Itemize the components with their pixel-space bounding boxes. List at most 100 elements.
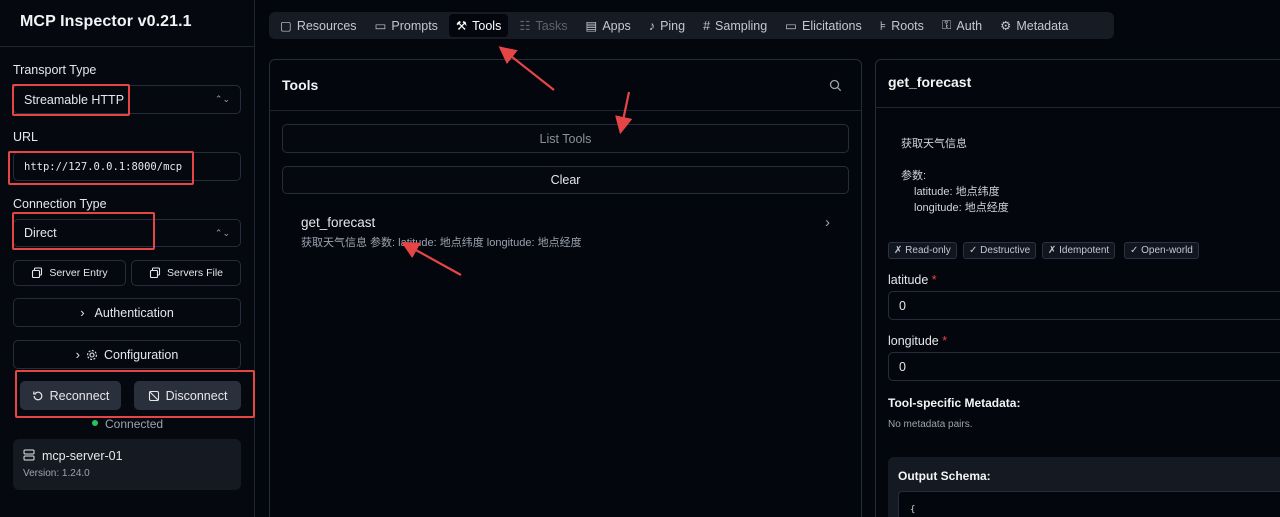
longitude-input[interactable]: 0 [888,352,1280,381]
output-schema-title: Output Schema: [898,469,991,483]
tab-label: Elicitations [801,18,862,33]
server-entry-button[interactable]: Server Entry [13,260,126,286]
tools-panel-title: Tools [282,77,319,93]
bell-icon: ♪ [648,18,656,33]
select-chevron-icon: ⌃⌄ [214,227,230,238]
tab-elicitations[interactable]: ▭ Elicitations [778,14,869,37]
chevron-right-icon: › [75,347,80,362]
tools-panel-divider [270,110,861,111]
tool-name: get_forecast [301,215,376,230]
badge-open-world: ✓ Open-world [1124,242,1199,259]
copy-icon [149,267,161,279]
app-title: MCP Inspector v0.21.1 [20,13,192,30]
copy-icon [32,267,43,279]
disconnect-button[interactable]: Disconnect [134,381,241,410]
server-icon [23,449,35,461]
tool-detail-desc-line4: longitude: 地点经度 [914,202,1009,214]
latitude-label: latitude * [888,273,937,287]
latitude-input[interactable]: 0 [888,291,1280,320]
status-dot [92,420,98,426]
tab-roots[interactable]: ⊧ Roots [873,14,931,37]
url-label: URL [13,130,39,144]
tool-detail-desc-line3: latitude: 地点纬度 [914,186,1000,198]
server-entry-label: Server Entry [49,267,108,279]
reconnect-button[interactable]: Reconnect [20,381,121,410]
message-icon: ▭ [374,19,387,33]
tab-resources[interactable]: ▢ Resources [273,14,364,37]
tab-label: Tasks [535,18,568,33]
tool-detail-desc-line1: 获取天气信息 [901,138,967,150]
tab-label: Resources [296,18,357,33]
metadata-title: Tool-specific Metadata: [888,396,1021,410]
badge-read-only: ✗ Read-only [888,242,957,259]
longitude-label-text: longitude [888,334,939,348]
tab-label: Tools [472,18,502,33]
connection-type-select[interactable]: Direct ⌃⌄ [13,219,241,247]
servers-file-label: Servers File [166,267,223,279]
tab-label: Apps [602,18,631,33]
authentication-button[interactable]: › Authentication [13,298,241,327]
transport-type-value: Streamable HTTP [24,92,125,107]
chevron-right-icon: › [825,214,830,231]
servers-file-button[interactable]: Servers File [131,260,241,286]
folder-tree-icon: ⊧ [879,19,887,33]
tab-label: Ping [660,18,686,33]
list-todo-icon: ☷ [519,19,531,33]
tab-metadata[interactable]: ⚙ Metadata [993,14,1075,37]
tab-tools[interactable]: ⚒ Tools [448,14,509,37]
reconnect-label: Reconnect [49,388,110,403]
clear-label: Clear [550,173,581,187]
tab-bar: ▢ Resources ▭ Prompts ⚒ Tools ☷ Tasks ▤ Apps … [269,12,1114,39]
message-square-icon: ▭ [785,19,797,33]
list-tools-button[interactable]: List Tools [282,124,849,153]
wrench-icon: ⚒ [455,19,468,33]
chevron-right-icon: › [80,305,85,320]
list-tools-label: List Tools [539,131,592,146]
required-mark: * [942,334,948,348]
output-schema-code [898,491,1280,517]
configuration-button[interactable]: › Configuration [13,340,241,369]
badge-idempotent: ✗ Idempotent [1042,242,1116,259]
url-input[interactable]: http://127.0.0.1:8000/mcp [13,152,241,181]
server-info-card [13,439,241,490]
tab-prompts[interactable]: ▭ Prompts [368,14,445,37]
search-icon[interactable] [829,79,842,92]
hash-icon: # [703,18,711,33]
connection-type-value: Direct [24,226,57,240]
latitude-value: 0 [899,298,906,313]
badge-destructive: ✓ Destructive [963,242,1037,259]
transport-type-select[interactable]: Streamable HTTP ⌃⌄ [13,85,241,114]
required-mark: * [931,273,937,287]
clear-button[interactable]: Clear [282,166,849,194]
tab-label: Auth [956,18,983,33]
server-name: mcp-server-01 [42,449,123,463]
tool-detail-divider [876,107,1280,108]
metadata-empty-text: No metadata pairs. [888,419,973,430]
longitude-value: 0 [899,359,906,374]
connection-status: Connected [105,417,164,431]
tab-tasks[interactable]: ☷ Tasks [512,14,574,37]
tab-sampling[interactable]: # Sampling [696,14,774,37]
tab-auth[interactable]: ⚿ Auth [935,14,989,37]
tab-ping[interactable]: ♪ Ping [642,14,692,37]
transport-type-label: Transport Type [13,63,97,77]
select-chevron-icon: ⌃⌄ [214,94,230,104]
tab-label: Prompts [391,18,438,33]
configuration-label: Configuration [103,347,179,362]
output-schema-code-line: { [910,505,916,515]
tool-detail-desc-line2: 参数: [901,170,927,182]
authentication-label: Authentication [94,305,174,320]
longitude-label: longitude * [888,334,947,348]
key-icon: ⚿ [941,18,952,32]
unplug-icon [148,390,159,401]
disconnect-label: Disconnect [165,388,228,403]
tool-detail-title: get_forecast [888,74,972,90]
tab-apps[interactable]: ▤ Apps [579,14,638,37]
tool-description: 获取天气信息 参数: latitude: 地点纬度 longitude: 地点经… [301,237,582,249]
file-icon: ▢ [280,19,292,33]
tab-label: Metadata [1016,18,1069,33]
gear-icon: ⚙ [1000,19,1012,33]
tab-label: Sampling [715,18,768,33]
sidebar-divider [0,46,255,47]
tab-label: Roots [891,18,924,33]
